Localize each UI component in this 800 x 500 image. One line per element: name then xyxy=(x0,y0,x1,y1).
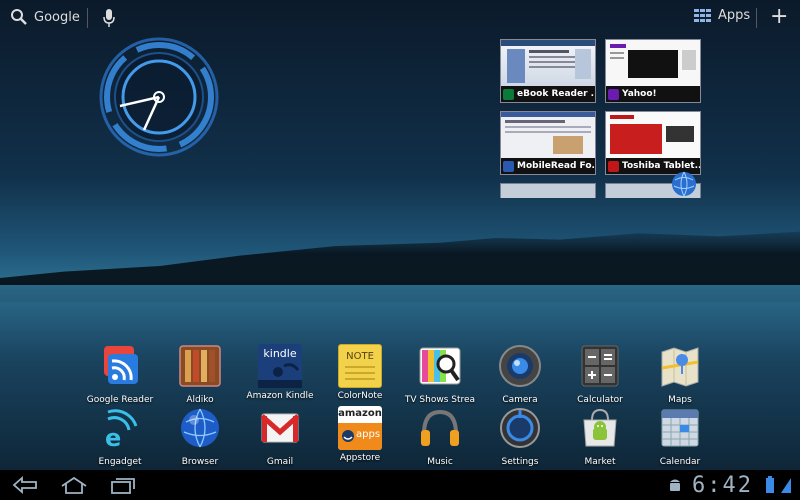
app-label: Browser xyxy=(181,457,219,467)
app-label: TV Shows Strea xyxy=(404,395,476,405)
page-preview xyxy=(606,112,700,160)
page-preview-graphic xyxy=(501,40,595,83)
app-maps[interactable]: Maps xyxy=(640,344,720,405)
app-google-reader[interactable]: Google Reader xyxy=(80,344,160,405)
app-music[interactable]: Music xyxy=(400,406,480,467)
bookmark-label: Yahoo! xyxy=(606,86,700,102)
app-label: Gmail xyxy=(266,457,294,467)
page-preview-graphic xyxy=(501,112,595,160)
app-settings[interactable]: Settings xyxy=(480,406,560,467)
bookmark-thumbnail[interactable]: Yahoo! xyxy=(605,39,701,103)
divider xyxy=(756,8,757,28)
bookmark-thumbnail[interactable]: eBook Reader ... xyxy=(500,39,596,103)
app-market[interactable]: Market xyxy=(560,406,640,467)
tv-shows-icon xyxy=(419,347,461,385)
calendar-icon xyxy=(661,409,699,447)
add-widget-button[interactable]: + xyxy=(770,6,788,28)
settings-icon xyxy=(500,408,540,448)
app-engadget[interactable]: e Engadget xyxy=(80,406,160,467)
page-preview-graphic xyxy=(606,40,700,88)
status-clock[interactable]: 6:42 xyxy=(692,473,753,498)
recent-apps-icon[interactable] xyxy=(110,476,136,494)
maps-icon xyxy=(661,347,699,387)
app-label: Engadget xyxy=(98,457,142,467)
appstore-icon: amazon apps xyxy=(338,406,382,450)
music-icon xyxy=(421,409,459,446)
battery-icon[interactable] xyxy=(765,476,775,494)
apps-label: Apps xyxy=(718,8,751,23)
app-appstore[interactable]: amazon apps Appstore xyxy=(320,406,400,463)
analog-clock-widget[interactable] xyxy=(98,36,220,158)
appstore-icon-text-top: amazon xyxy=(338,408,382,419)
kindle-reader-silhouette xyxy=(258,363,302,388)
colornote-icon-text: NOTE xyxy=(346,351,374,362)
app-label: ColorNote xyxy=(337,391,383,401)
toshiba-favicon xyxy=(608,160,619,172)
divider xyxy=(87,8,88,28)
app-label: Amazon Kindle xyxy=(246,391,314,401)
gmail-icon xyxy=(260,413,300,443)
app-camera[interactable]: Camera xyxy=(480,344,560,405)
browser-icon xyxy=(181,408,219,448)
app-label: Music xyxy=(427,457,453,467)
mobileread-favicon xyxy=(503,160,514,172)
kindle-icon: kindle xyxy=(258,344,302,388)
home-icon[interactable] xyxy=(60,476,88,494)
bookmark-label: eBook Reader ... xyxy=(501,86,595,102)
calculator-icon xyxy=(581,345,619,387)
app-label: Settings xyxy=(501,457,539,467)
bookmark-thumbnail[interactable]: MobileRead Fo... xyxy=(500,111,596,175)
app-browser[interactable]: Browser xyxy=(160,406,240,467)
apps-button[interactable]: Apps xyxy=(694,8,750,23)
app-label: Market xyxy=(584,457,616,467)
aldiko-icon xyxy=(179,345,221,387)
ebook-reader-favicon xyxy=(503,88,514,100)
app-label: Calculator xyxy=(577,395,623,405)
app-tv-shows-stream[interactable]: TV Shows Strea xyxy=(400,344,480,405)
app-gmail[interactable]: Gmail xyxy=(240,406,320,467)
google-search-button[interactable]: Google xyxy=(10,8,80,26)
page-preview xyxy=(606,40,700,88)
app-label: Google Reader xyxy=(86,395,154,405)
app-calculator[interactable]: Calculator xyxy=(560,344,640,405)
app-label: Camera xyxy=(502,395,538,405)
app-calendar[interactable]: Calendar xyxy=(640,406,720,467)
top-bar: Google Apps + xyxy=(0,0,800,36)
bookmark-thumbnail-partial[interactable] xyxy=(500,183,596,198)
svg-text:e: e xyxy=(105,424,121,450)
engadget-icon: e xyxy=(105,409,138,452)
system-nav-bar xyxy=(0,470,800,500)
app-label: Aldiko xyxy=(186,395,214,405)
app-label: Appstore xyxy=(339,453,381,463)
appstore-smile-icon xyxy=(342,430,354,442)
wifi-signal-icon[interactable] xyxy=(780,476,792,494)
bookmark-label: MobileRead Fo... xyxy=(501,158,595,174)
page-preview xyxy=(501,40,595,88)
google-reader-icon xyxy=(104,346,138,384)
app-amazon-kindle[interactable]: kindle Amazon Kindle xyxy=(240,344,320,401)
kindle-icon-text: kindle xyxy=(263,347,297,360)
app-label: Calendar xyxy=(659,457,701,467)
microphone-icon[interactable] xyxy=(102,8,116,28)
apps-grid-icon xyxy=(694,8,711,22)
page-preview xyxy=(501,112,595,160)
app-aldiko[interactable]: Aldiko xyxy=(160,344,240,405)
bookmark-thumbnail[interactable]: Toshiba Tablet... xyxy=(605,111,701,175)
search-icon xyxy=(11,9,27,25)
colornote-icon: NOTE xyxy=(338,344,382,388)
android-notification-icon[interactable] xyxy=(668,477,682,493)
globe-icon[interactable] xyxy=(671,171,697,197)
app-colornote[interactable]: NOTE ColorNote xyxy=(320,344,400,401)
appstore-icon-text-bottom: apps xyxy=(356,429,381,440)
app-label: Maps xyxy=(668,395,692,405)
back-icon[interactable] xyxy=(12,476,38,494)
market-icon xyxy=(583,408,617,447)
yahoo-favicon xyxy=(608,88,619,100)
camera-icon xyxy=(499,345,541,387)
page-preview-graphic xyxy=(606,112,700,160)
google-search-label: Google xyxy=(34,9,80,25)
